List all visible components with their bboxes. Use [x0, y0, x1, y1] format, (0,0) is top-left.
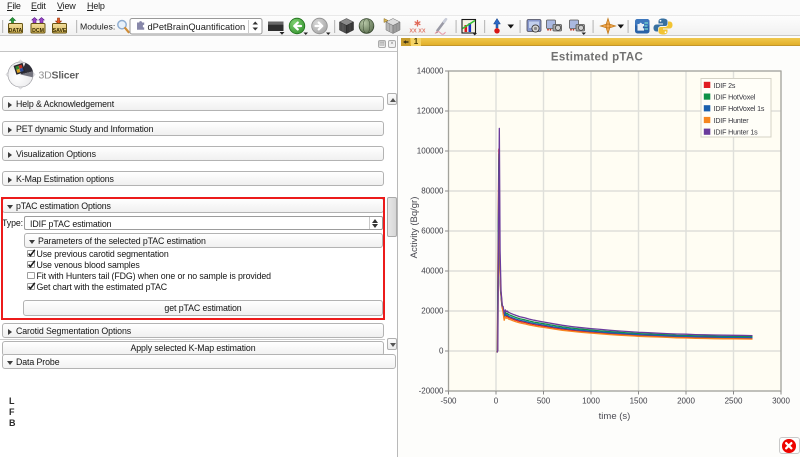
svg-text:-20000: -20000: [419, 387, 444, 396]
svg-text:IDIF HotVoxel: IDIF HotVoxel: [714, 94, 756, 102]
svg-text:120000: 120000: [417, 107, 444, 116]
svg-text:XX XX: XX XX: [409, 29, 426, 35]
svg-text:0: 0: [439, 347, 444, 356]
svg-text:Modules:: Modules:: [80, 22, 115, 32]
svg-text:IDIF 2s: IDIF 2s: [714, 82, 736, 90]
svg-text:DATA: DATA: [9, 28, 23, 34]
svg-text:IDIF Hunter 1s: IDIF Hunter 1s: [714, 129, 759, 137]
svg-text:0: 0: [494, 397, 499, 406]
svg-text:20000: 20000: [421, 307, 444, 316]
svg-text:100000: 100000: [417, 147, 444, 156]
svg-text:80000: 80000: [421, 187, 444, 196]
svg-text:DCM: DCM: [32, 28, 44, 34]
svg-text:dPetBrainQuantification: dPetBrainQuantification: [148, 22, 246, 32]
svg-text:2500: 2500: [725, 397, 743, 406]
svg-text:Estimated pTAC: Estimated pTAC: [551, 52, 643, 64]
svg-text:Activity (Bq/gr): Activity (Bq/gr): [409, 197, 420, 259]
svg-text:40000: 40000: [421, 267, 444, 276]
svg-text:2000: 2000: [677, 397, 695, 406]
svg-text:IDIF Hunter: IDIF Hunter: [714, 117, 750, 125]
svg-text:500: 500: [537, 397, 551, 406]
svg-text:60000: 60000: [421, 227, 444, 236]
svg-text:time (s): time (s): [599, 411, 631, 422]
svg-text:3DSlicer: 3DSlicer: [39, 70, 80, 82]
svg-text:3000: 3000: [772, 397, 790, 406]
svg-text:1000: 1000: [582, 397, 600, 406]
svg-text:1500: 1500: [630, 397, 648, 406]
svg-text:IDIF HotVoxel 1s: IDIF HotVoxel 1s: [714, 105, 765, 113]
svg-text:140000: 140000: [417, 67, 444, 76]
svg-text:SAVE: SAVE: [53, 28, 67, 34]
svg-text:-500: -500: [440, 397, 457, 406]
